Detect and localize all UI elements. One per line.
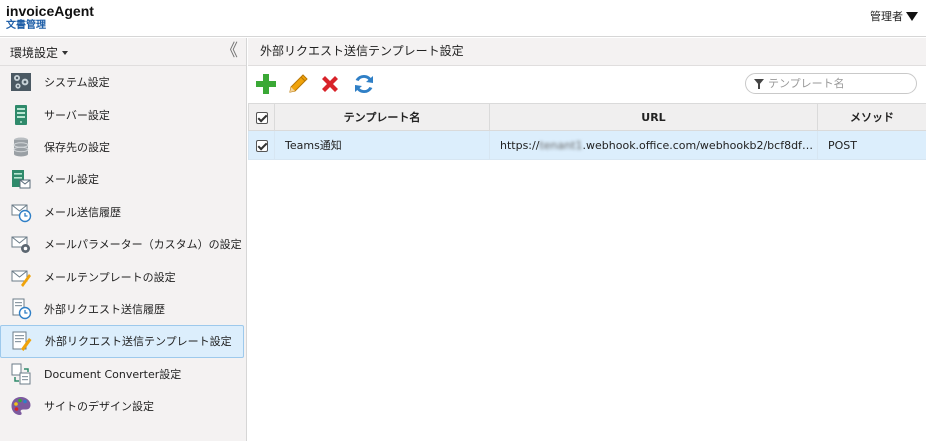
edit-button[interactable] <box>286 72 310 96</box>
chevron-down-icon <box>62 50 69 55</box>
template-search-input[interactable]: テンプレート名 <box>745 73 917 94</box>
close-icon <box>322 76 338 92</box>
sidebar-item-label: 外部リクエスト送信履歴 <box>44 302 165 316</box>
server-icon <box>10 104 32 126</box>
user-menu-label: 管理者 <box>870 10 903 23</box>
mail-parameter-icon <box>10 233 32 255</box>
sidebar-item-site-design[interactable]: サイトのデザイン設定 <box>0 390 246 422</box>
database-icon <box>10 136 32 158</box>
sidebar-item-server-settings[interactable]: サーバー設定 <box>0 98 246 130</box>
sidebar-item-label: メール送信履歴 <box>44 205 121 219</box>
filter-icon <box>754 79 764 89</box>
document-converter-icon <box>10 363 32 385</box>
template-table: テンプレート名 URL メソッド Teams通知 https://tenant1… <box>248 103 926 160</box>
main-panel: 外部リクエスト送信テンプレート設定 テンプレート名 テンプレート名 URL メソ… <box>248 38 926 441</box>
request-template-icon <box>11 330 33 352</box>
collapse-sidebar-icon[interactable]: 《 <box>221 42 238 60</box>
system-settings-icon <box>10 71 32 93</box>
column-header-template-name[interactable]: テンプレート名 <box>274 103 490 131</box>
app-subtitle: 文書管理 <box>6 20 46 31</box>
template-name-cell: Teams通知 <box>274 130 490 160</box>
select-all-checkbox[interactable] <box>255 111 268 124</box>
sidebar-item-label: サーバー設定 <box>44 108 110 122</box>
sidebar-item-mail-settings[interactable]: メール設定 <box>0 163 246 195</box>
mail-settings-icon <box>10 168 32 190</box>
row-select-cell <box>248 130 275 160</box>
sidebar-item-request-templates[interactable]: 外部リクエスト送信テンプレート設定 <box>0 325 244 358</box>
sidebar-item-mail-parameters[interactable]: メールパラメーター（カスタム）の設定 <box>0 228 246 260</box>
user-menu-button[interactable]: 管理者 <box>870 8 918 24</box>
add-button[interactable] <box>254 72 278 96</box>
sidebar: 環境設定 《 システム設定 サーバー設定 保存先の設定 メール設定 メール送信履… <box>0 38 247 441</box>
caret-down-icon <box>906 12 918 21</box>
request-history-icon <box>10 298 32 320</box>
plus-icon <box>256 74 276 94</box>
search-placeholder: テンプレート名 <box>768 77 845 90</box>
brand-logo[interactable]: invoiceAgent 文書管理 <box>6 3 94 32</box>
sidebar-item-label: メールパラメーター（カスタム）の設定 <box>44 238 242 252</box>
sidebar-item-storage-settings[interactable]: 保存先の設定 <box>0 131 246 163</box>
refresh-icon <box>355 74 373 94</box>
environment-settings-label: 環境設定 <box>10 46 59 60</box>
select-all-header <box>248 103 275 131</box>
sidebar-item-mail-history[interactable]: メール送信履歴 <box>0 196 246 228</box>
url-redacted-part: tenant1 <box>539 138 583 152</box>
pencil-icon <box>289 74 308 93</box>
sidebar-item-document-converter[interactable]: Document Converter設定 <box>0 358 246 390</box>
table-row[interactable]: Teams通知 https://tenant1.webhook.office.c… <box>248 130 926 160</box>
sidebar-item-system-settings[interactable]: システム設定 <box>0 66 246 98</box>
mail-template-icon <box>10 266 32 288</box>
sidebar-item-label: メール設定 <box>44 173 99 187</box>
url-rest: .webhook.office.com/webhookb2/bcf8dfc⋯ <box>582 138 818 152</box>
palette-icon <box>10 395 32 417</box>
app-name: invoiceAgent <box>6 3 94 19</box>
sidebar-item-label: メールテンプレートの設定 <box>44 270 176 284</box>
sidebar-item-label: システム設定 <box>44 76 110 90</box>
sidebar-header: 環境設定 《 <box>0 38 246 66</box>
sidebar-item-label: 外部リクエスト送信テンプレート設定 <box>45 335 232 349</box>
sidebar-item-label: Document Converter設定 <box>44 367 182 381</box>
sidebar-item-label: 保存先の設定 <box>44 140 110 154</box>
column-header-method[interactable]: メソッド <box>817 103 926 131</box>
table-header-row: テンプレート名 URL メソッド <box>248 103 926 131</box>
sidebar-item-request-history[interactable]: 外部リクエスト送信履歴 <box>0 293 246 325</box>
settings-menu: システム設定 サーバー設定 保存先の設定 メール設定 メール送信履歴 メールパラ… <box>0 66 246 422</box>
sidebar-item-label: サイトのデザイン設定 <box>44 400 154 414</box>
delete-button[interactable] <box>318 72 342 96</box>
page-title: 外部リクエスト送信テンプレート設定 <box>248 38 926 66</box>
url-cell: https://tenant1.webhook.office.com/webho… <box>489 130 818 160</box>
mail-history-icon <box>10 201 32 223</box>
column-header-url[interactable]: URL <box>489 103 818 131</box>
sidebar-item-mail-templates[interactable]: メールテンプレートの設定 <box>0 260 246 292</box>
environment-settings-dropdown[interactable]: 環境設定 <box>10 44 69 61</box>
toolbar: テンプレート名 <box>248 67 926 103</box>
method-cell: POST <box>817 130 926 160</box>
url-prefix: https:// <box>500 138 540 152</box>
refresh-button[interactable] <box>352 72 376 96</box>
row-checkbox[interactable] <box>255 139 268 152</box>
top-header: invoiceAgent 文書管理 管理者 <box>0 0 926 37</box>
